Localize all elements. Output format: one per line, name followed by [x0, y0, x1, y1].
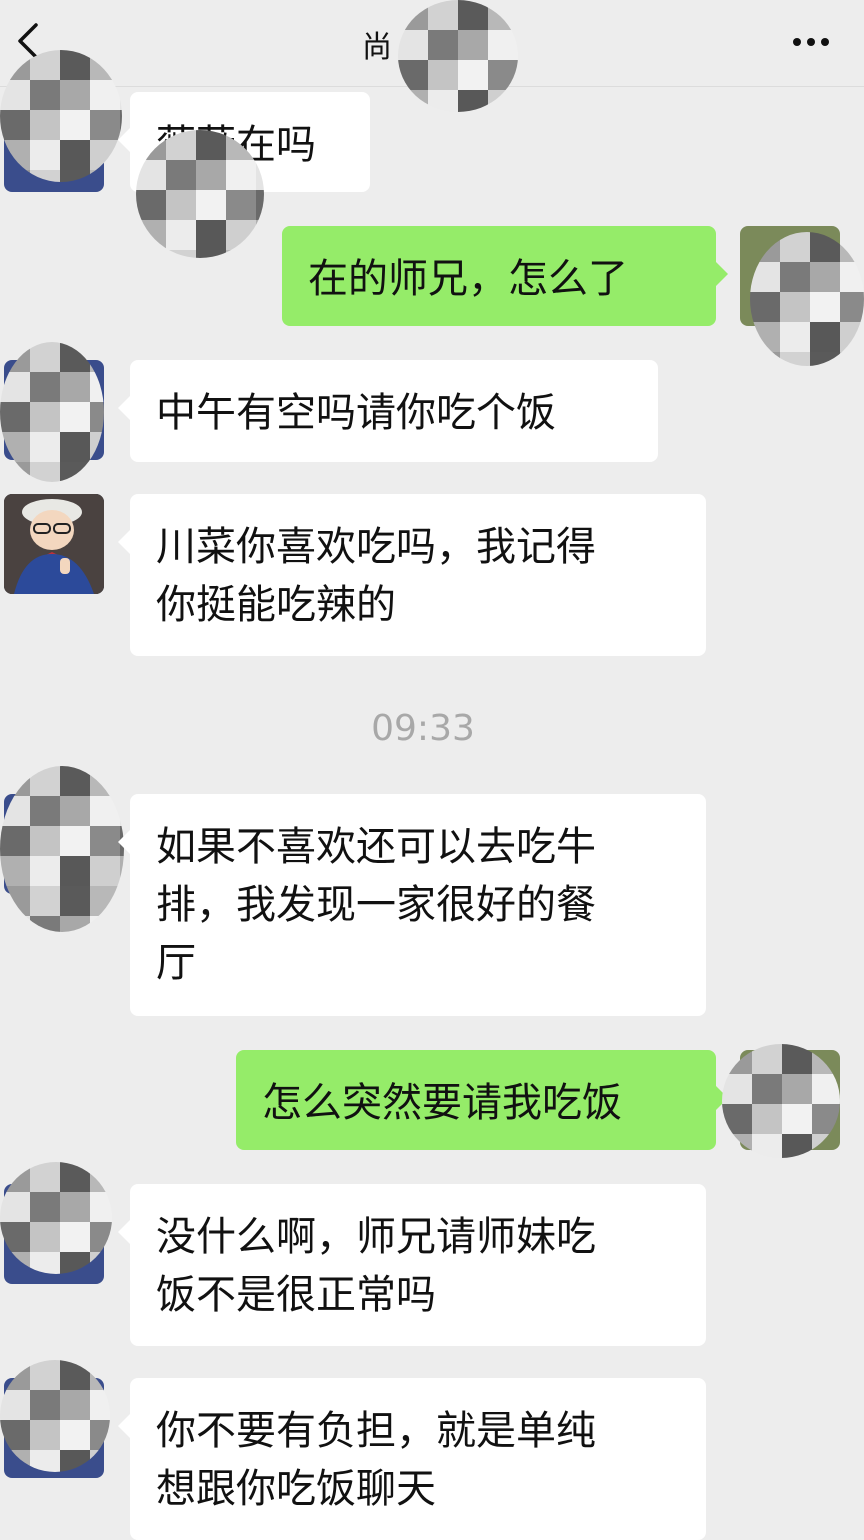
pixelated-avatar-icon	[398, 0, 518, 112]
pixelated-avatar-icon	[750, 232, 864, 366]
cartoon-character-avatar-icon	[4, 494, 104, 594]
pixelated-avatar-icon	[722, 1044, 840, 1158]
pixelated-avatar-icon	[0, 766, 124, 932]
message-bubble-incoming[interactable]: 你不要有负担，就是单纯 想跟你吃饭聊天	[118, 1378, 706, 1540]
pixelated-avatar-icon	[0, 1162, 112, 1274]
message-bubble-incoming[interactable]: 中午有空吗请你吃个饭	[118, 360, 658, 462]
message-bubble-incoming[interactable]: 没什么啊，师兄请师妹吃 饭不是很正常吗	[118, 1184, 706, 1346]
message-bubble-incoming[interactable]: 如果不喜欢还可以去吃牛 排，我发现一家很好的餐 厅	[118, 794, 706, 1016]
ellipsis-icon	[793, 38, 801, 46]
contact-avatar[interactable]	[4, 494, 104, 594]
pixelated-avatar-icon	[0, 342, 104, 482]
more-options-button[interactable]	[786, 22, 836, 62]
message-bubble-outgoing[interactable]: 怎么突然要请我吃饭	[236, 1050, 728, 1150]
message-bubble-incoming[interactable]: 川菜你喜欢吃吗，我记得 你挺能吃辣的	[118, 494, 706, 656]
pixelated-avatar-icon	[0, 50, 122, 182]
pixelated-avatar-icon	[0, 1360, 110, 1472]
timestamp: 09:33	[371, 708, 475, 749]
chat-title: 尚	[362, 30, 392, 65]
message-bubble-outgoing[interactable]: 在的师兄，怎么了	[282, 226, 728, 326]
pixelated-overlay-icon	[136, 130, 264, 258]
